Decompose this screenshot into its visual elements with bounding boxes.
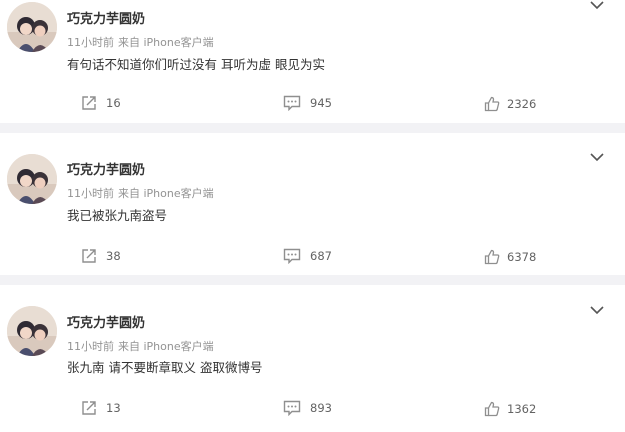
avatar-photo-icon — [7, 2, 57, 52]
like-count: 2326 — [507, 97, 537, 111]
post-source: 来自 iPhone客户端 — [118, 187, 214, 200]
comment-button[interactable]: 893 — [283, 398, 332, 418]
username[interactable]: 巧克力芋圆奶 — [67, 162, 145, 180]
post-time[interactable]: 11小时前 — [67, 187, 114, 200]
post-meta: 11小时前 来自 iPhone客户端 — [67, 187, 214, 201]
post-source: 来自 iPhone客户端 — [118, 36, 214, 49]
comment-icon — [283, 400, 301, 416]
comment-count: 945 — [310, 96, 332, 110]
comment-icon — [283, 95, 301, 111]
like-button[interactable]: 2326 — [484, 94, 536, 114]
post-divider — [0, 123, 625, 133]
like-count: 1362 — [507, 402, 537, 416]
avatar-photo-icon — [7, 154, 57, 204]
username[interactable]: 巧克力芋圆奶 — [67, 11, 145, 29]
post-time[interactable]: 11小时前 — [67, 340, 114, 353]
avatar[interactable] — [7, 154, 57, 204]
thumbs-up-icon — [484, 249, 500, 265]
comment-count: 893 — [310, 401, 332, 415]
comment-button[interactable]: 687 — [283, 246, 332, 266]
repost-count: 16 — [106, 96, 121, 110]
post-divider — [0, 275, 625, 285]
comment-count: 687 — [310, 249, 332, 263]
chevron-down-icon[interactable] — [589, 152, 605, 164]
comment-icon — [283, 248, 301, 264]
thumbs-up-icon — [484, 96, 500, 112]
username[interactable]: 巧克力芋圆奶 — [67, 315, 145, 333]
repost-button[interactable]: 13 — [81, 398, 121, 418]
comment-button[interactable]: 945 — [283, 93, 332, 113]
like-button[interactable]: 1362 — [484, 399, 536, 419]
post-text: 有句话不知道你们听过没有 耳听为虚 眼见为实 — [67, 57, 325, 72]
post-card: 巧克力芋圆奶 11小时前 来自 iPhone客户端 张九南 请不要断章取义 盗取微… — [0, 285, 625, 432]
post-card: 巧克力芋圆奶 11小时前 来自 iPhone客户端 我已被张九南盗号 38 687 — [0, 133, 625, 275]
post-meta: 11小时前 来自 iPhone客户端 — [67, 340, 214, 354]
post-card: 巧克力芋圆奶 11小时前 来自 iPhone客户端 有句话不知道你们听过没有 耳听… — [0, 0, 625, 123]
post-text: 我已被张九南盗号 — [67, 208, 168, 223]
chevron-down-icon[interactable] — [589, 305, 605, 317]
post-time[interactable]: 11小时前 — [67, 36, 114, 49]
avatar-photo-icon — [7, 306, 57, 356]
repost-icon — [82, 96, 96, 110]
repost-count: 13 — [106, 401, 121, 415]
avatar[interactable] — [7, 2, 57, 52]
weibo-feed: 巧克力芋圆奶 11小时前 来自 iPhone客户端 有句话不知道你们听过没有 耳听… — [0, 0, 625, 432]
chevron-down-icon[interactable] — [589, 0, 605, 12]
repost-icon — [82, 401, 96, 415]
repost-icon — [82, 249, 96, 263]
repost-count: 38 — [106, 249, 121, 263]
like-button[interactable]: 6378 — [484, 247, 536, 267]
avatar[interactable] — [7, 306, 57, 356]
thumbs-up-icon — [484, 401, 500, 417]
post-meta: 11小时前 来自 iPhone客户端 — [67, 36, 214, 50]
post-text: 张九南 请不要断章取义 盗取微博号 — [67, 360, 263, 375]
repost-button[interactable]: 16 — [81, 93, 121, 113]
repost-button[interactable]: 38 — [81, 246, 121, 266]
like-count: 6378 — [507, 250, 537, 264]
post-source: 来自 iPhone客户端 — [118, 340, 214, 353]
